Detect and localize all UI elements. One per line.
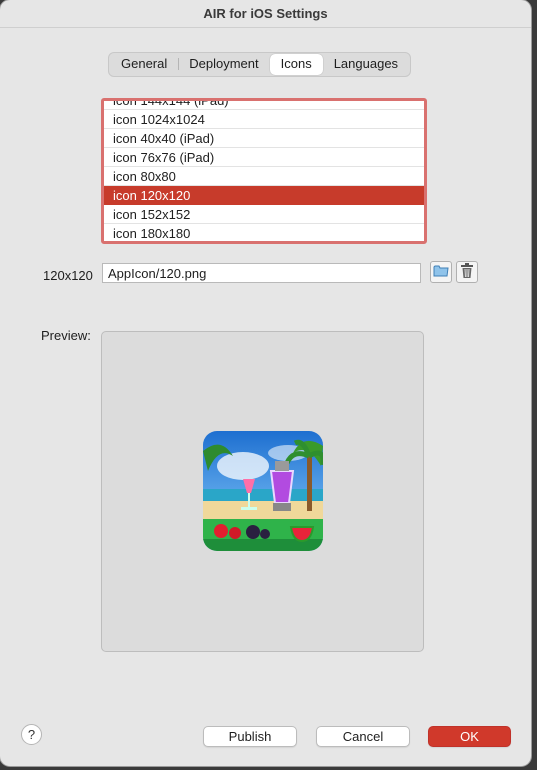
window-title: AIR for iOS Settings: [203, 6, 328, 21]
list-item[interactable]: icon 76x76 (iPad): [104, 148, 424, 167]
ok-button[interactable]: OK: [428, 726, 511, 747]
delete-button[interactable]: [456, 261, 478, 283]
tab-general[interactable]: General: [110, 54, 180, 75]
app-icon-preview: [203, 431, 323, 551]
tab-languages[interactable]: Languages: [323, 54, 409, 75]
icon-size-list[interactable]: icon 144x144 (iPad) icon 1024x1024 icon …: [101, 98, 427, 244]
list-item[interactable]: icon 80x80: [104, 167, 424, 186]
list-item[interactable]: icon 180x180: [104, 224, 424, 241]
list-item[interactable]: icon 144x144 (iPad): [104, 101, 424, 110]
tab-deployment[interactable]: Deployment: [178, 54, 269, 75]
icon-path-field[interactable]: AppIcon/120.png: [102, 263, 421, 283]
title-bar: AIR for iOS Settings: [0, 0, 531, 28]
publish-button[interactable]: Publish: [203, 726, 297, 747]
folder-icon: [433, 264, 449, 281]
list-item[interactable]: icon 152x152: [104, 205, 424, 224]
tab-icons[interactable]: Icons: [269, 54, 323, 75]
help-button[interactable]: ?: [21, 724, 42, 745]
browse-button[interactable]: [430, 261, 452, 283]
cancel-button[interactable]: Cancel: [316, 726, 410, 747]
trash-icon: [460, 263, 474, 281]
icon-size-label: 120x120: [43, 268, 93, 283]
preview-label: Preview:: [41, 328, 91, 343]
list-item[interactable]: icon 1024x1024: [104, 110, 424, 129]
tab-bar: General Deployment Icons Languages: [108, 52, 412, 77]
list-item[interactable]: icon 40x40 (iPad): [104, 129, 424, 148]
list-item-selected[interactable]: icon 120x120: [104, 186, 424, 205]
